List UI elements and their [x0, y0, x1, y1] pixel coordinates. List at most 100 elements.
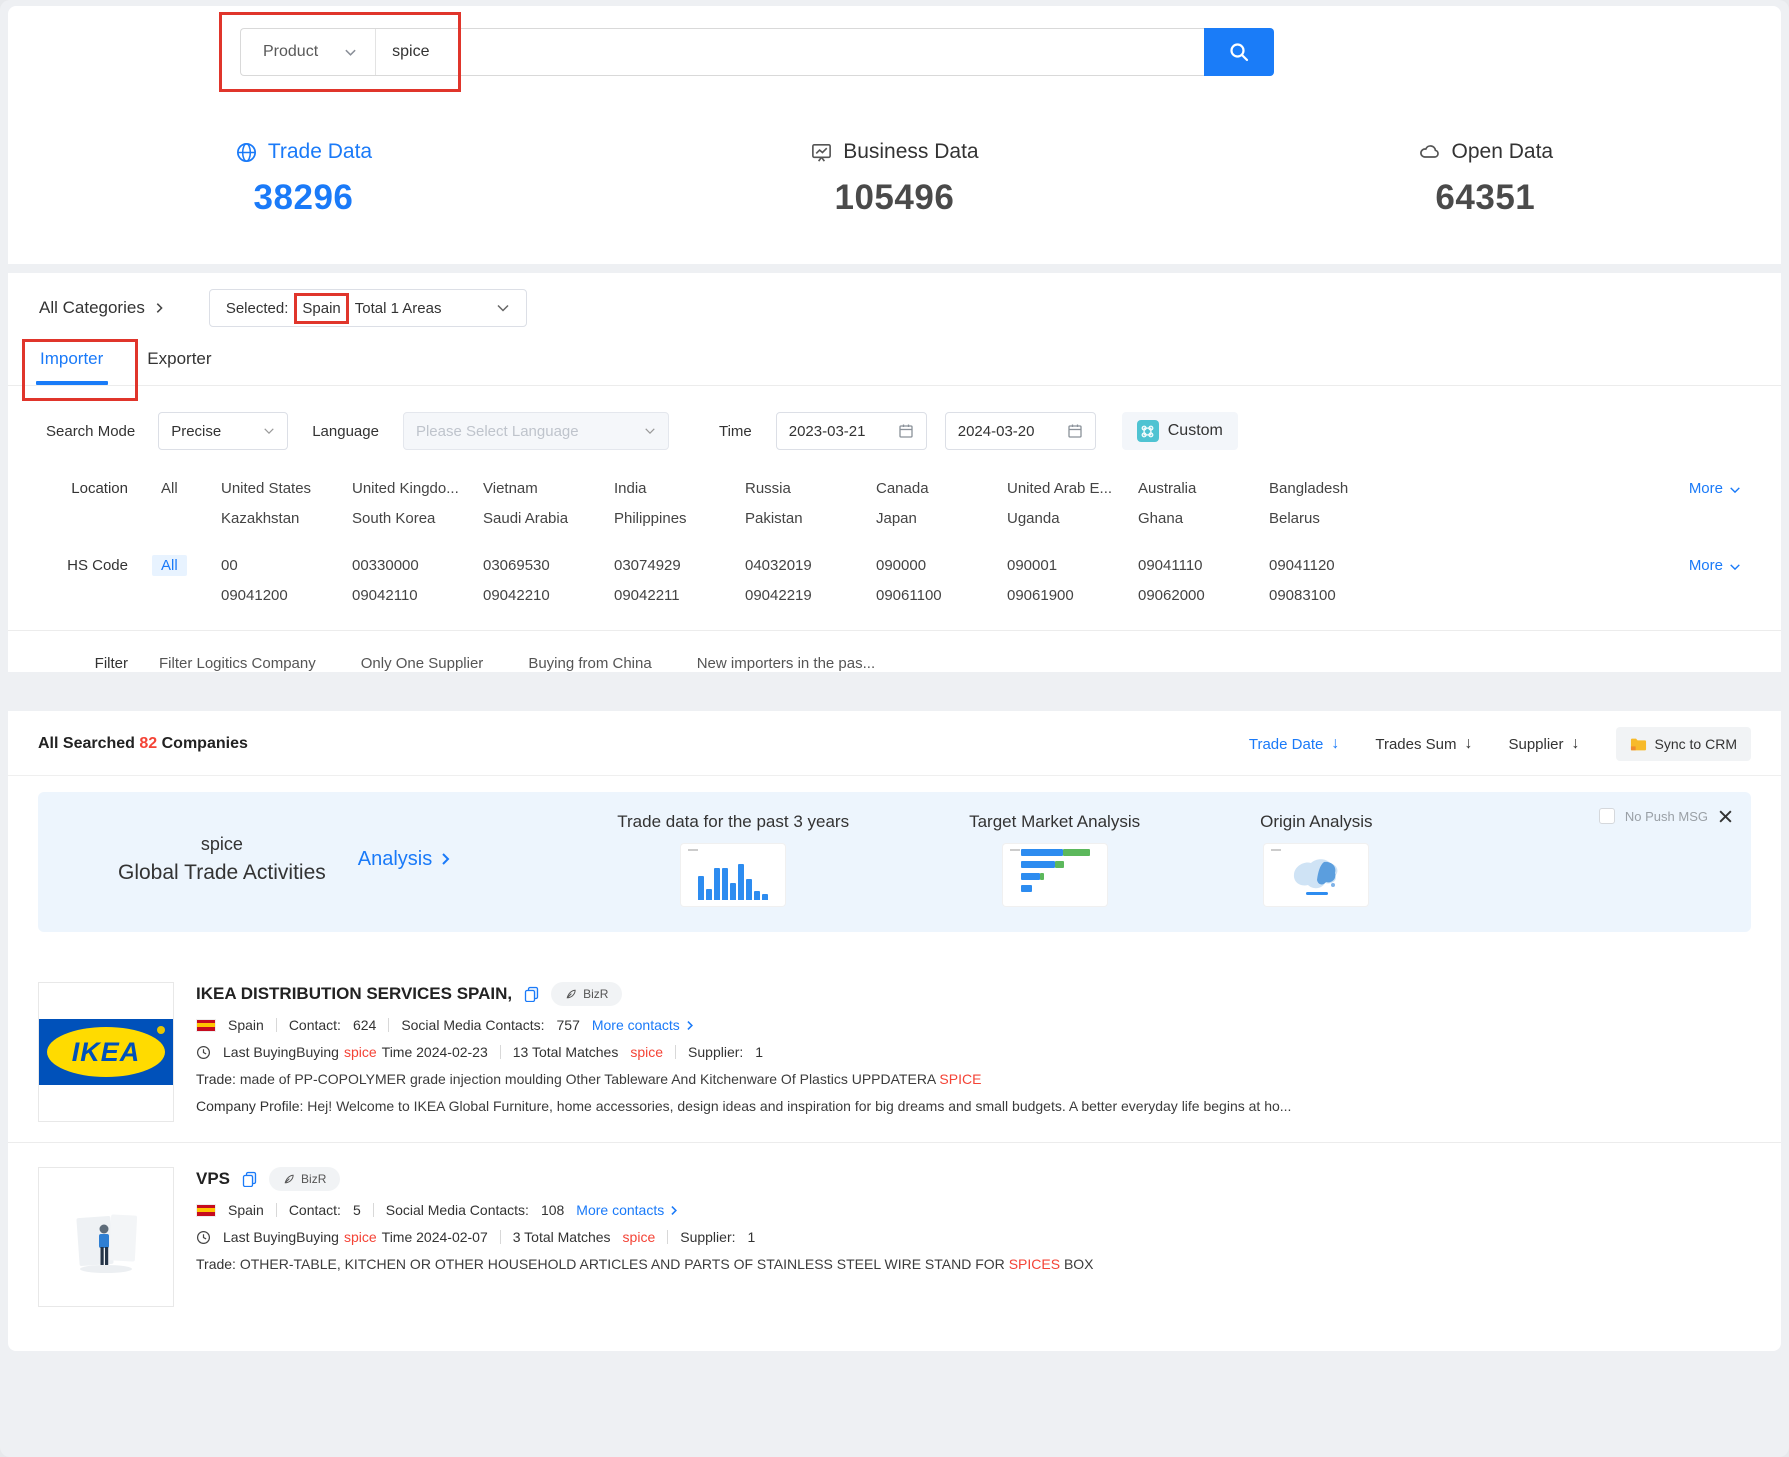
cloud-icon	[1418, 140, 1442, 164]
language-select[interactable]: Please Select Language	[403, 412, 669, 450]
all-categories-link[interactable]: All Categories	[39, 298, 165, 318]
trade-keyword: SPICE	[939, 1071, 981, 1087]
selected-areas-dropdown[interactable]: Selected: Spain Total 1 Areas	[209, 289, 527, 327]
no-push-checkbox[interactable]	[1599, 808, 1615, 824]
divider	[500, 1045, 501, 1059]
location-option[interactable]: Ghana	[1138, 510, 1269, 527]
location-option[interactable]: Uganda	[1007, 510, 1138, 527]
trade-label: Trade:	[196, 1071, 236, 1087]
stat-open-data[interactable]: Open Data 64351	[1190, 140, 1781, 218]
hscode-option[interactable]: 090000	[876, 557, 1007, 574]
hscode-option[interactable]: 09041110	[1138, 557, 1269, 574]
hscode-option[interactable]: 09061900	[1007, 587, 1138, 604]
company-logo[interactable]	[38, 1167, 174, 1307]
more-contacts-link[interactable]: More contacts	[576, 1202, 679, 1218]
buying-keyword: spice	[344, 1044, 377, 1060]
search-category-dropdown[interactable]: Product	[241, 29, 376, 75]
company-profile: Company Profile: Hej! Welcome to IKEA Gl…	[196, 1098, 1751, 1114]
location-filter-row: Location All United StatesKazakhstan Uni…	[8, 480, 1781, 527]
date-to-input[interactable]: 2024-03-20	[945, 412, 1096, 450]
sync-to-crm-button[interactable]: Sync to CRM	[1616, 727, 1751, 761]
hscode-option[interactable]: 09041200	[221, 587, 352, 604]
location-option[interactable]: India	[614, 480, 745, 497]
filter-option-new-importers[interactable]: New importers in the pas...	[697, 655, 875, 672]
chevron-down-icon	[344, 46, 357, 59]
filter-option-one-supplier[interactable]: Only One Supplier	[361, 655, 484, 672]
sort-supplier[interactable]: Supplier ↓	[1508, 735, 1579, 753]
results-summary: All Searched 82 Companies	[38, 735, 248, 753]
location-option[interactable]: South Korea	[352, 510, 483, 527]
location-option[interactable]: Vietnam	[483, 480, 614, 497]
location-option[interactable]: Russia	[745, 480, 876, 497]
copy-icon[interactable]	[242, 1171, 257, 1187]
summary-count: 82	[139, 735, 157, 752]
location-option[interactable]: Australia	[1138, 480, 1269, 497]
hscode-option[interactable]: 09042219	[745, 587, 876, 604]
hscode-option[interactable]: 03069530	[483, 557, 614, 574]
trade-label: Trade:	[196, 1256, 236, 1272]
annotation-box-spain: Spain	[294, 293, 348, 324]
location-option[interactable]: Canada	[876, 480, 1007, 497]
hscode-option-all[interactable]: All	[152, 555, 187, 576]
hscode-option[interactable]: 09042210	[483, 587, 614, 604]
banner-card-origin[interactable]: Origin Analysis	[1260, 812, 1372, 906]
bizr-badge[interactable]: BizR	[269, 1167, 340, 1191]
search-mode-select[interactable]: Precise	[158, 412, 288, 450]
hscode-option[interactable]: 04032019	[745, 557, 876, 574]
search-input[interactable]	[376, 43, 1204, 61]
location-option[interactable]: Kazakhstan	[221, 510, 352, 527]
hscode-option[interactable]: 09041120	[1269, 557, 1400, 574]
hscode-option[interactable]: 09062000	[1138, 587, 1269, 604]
tab-exporter[interactable]: Exporter	[147, 349, 211, 385]
tab-importer[interactable]: Importer	[40, 349, 103, 385]
company-name[interactable]: IKEA DISTRIBUTION SERVICES SPAIN,	[196, 984, 512, 1004]
hscode-option[interactable]: 00330000	[352, 557, 483, 574]
company-name[interactable]: VPS	[196, 1169, 230, 1189]
section-gap	[8, 702, 1781, 711]
sort-trades-sum[interactable]: Trades Sum ↓	[1375, 735, 1472, 753]
stat-trade-data[interactable]: Trade Data 38296	[8, 140, 599, 218]
location-option[interactable]: Bangladesh	[1269, 480, 1400, 497]
hscode-option[interactable]: 090001	[1007, 557, 1138, 574]
hscode-option[interactable]: 03074929	[614, 557, 745, 574]
date-from-input[interactable]: 2023-03-21	[776, 412, 927, 450]
hscode-option[interactable]: 09042211	[614, 587, 745, 604]
filter-option-buying-from-china[interactable]: Buying from China	[528, 655, 651, 672]
hscode-option[interactable]: 09083100	[1269, 587, 1400, 604]
trade-description: Trade: OTHER-TABLE, KITCHEN OR OTHER HOU…	[196, 1256, 1751, 1272]
chevron-right-icon	[668, 1205, 679, 1216]
copy-icon[interactable]	[524, 986, 539, 1002]
banner-card-target-market[interactable]: Target Market Analysis	[969, 812, 1140, 906]
search-button[interactable]	[1204, 28, 1274, 76]
date-to-value: 2024-03-20	[958, 423, 1035, 440]
hscode-option[interactable]: 00	[221, 557, 352, 574]
chevron-down-icon	[1729, 561, 1741, 573]
hscode-option[interactable]: 09061100	[876, 587, 1007, 604]
filter-option-logistics[interactable]: Filter Logitics Company	[159, 655, 316, 672]
search-mode-value: Precise	[171, 423, 221, 440]
location-option[interactable]: United Kingdo...	[352, 480, 483, 497]
location-option[interactable]: Belarus	[1269, 510, 1400, 527]
hscode-option[interactable]: 09042110	[352, 587, 483, 604]
search-category-label: Product	[263, 43, 318, 61]
location-option[interactable]: United Arab E...	[1007, 480, 1138, 497]
location-option[interactable]: Saudi Arabia	[483, 510, 614, 527]
profile-label: Company Profile:	[196, 1098, 303, 1114]
sort-trade-date[interactable]: Trade Date ↓	[1249, 735, 1339, 753]
close-icon[interactable]	[1718, 809, 1733, 824]
banner-card-trade-data[interactable]: Trade data for the past 3 years	[617, 812, 849, 906]
stat-business-data[interactable]: Business Data 105496	[599, 140, 1190, 218]
analysis-link[interactable]: Analysis	[358, 848, 452, 871]
location-option[interactable]: United States	[221, 480, 352, 497]
location-option[interactable]: Pakistan	[745, 510, 876, 527]
company-logo[interactable]: IKEA	[38, 982, 174, 1122]
more-contacts-link[interactable]: More contacts	[592, 1017, 695, 1033]
location-option[interactable]: Japan	[876, 510, 1007, 527]
location-option[interactable]: Philippines	[614, 510, 745, 527]
location-option-all[interactable]: All	[161, 480, 178, 497]
custom-date-button[interactable]: Custom	[1122, 412, 1238, 450]
location-more-link[interactable]: More	[1689, 480, 1781, 527]
search-box: Product	[240, 28, 1204, 76]
hscode-more-link[interactable]: More	[1689, 557, 1781, 604]
bizr-badge[interactable]: BizR	[551, 982, 622, 1006]
